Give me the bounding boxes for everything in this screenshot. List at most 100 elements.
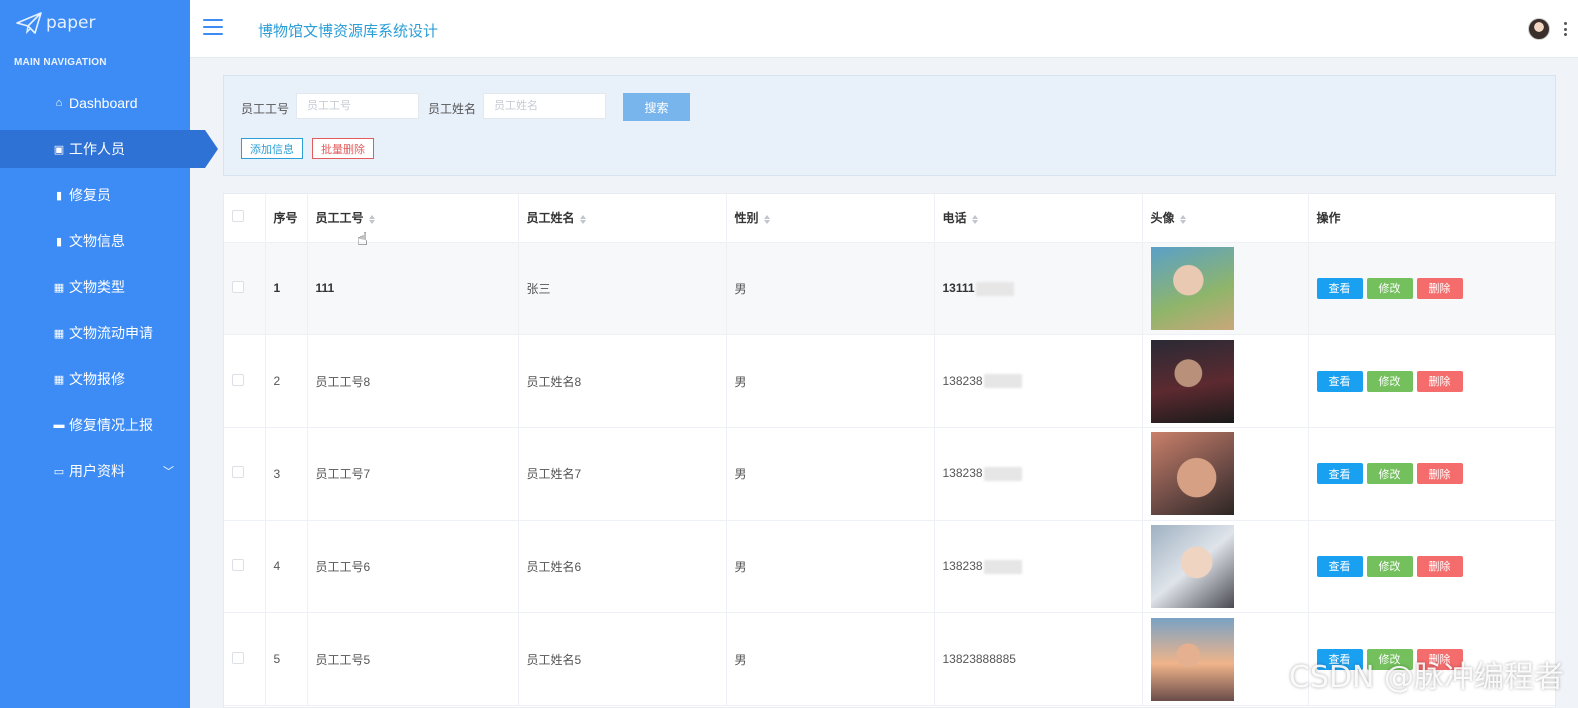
nav-section-title: MAIN NAVIGATION xyxy=(14,57,107,68)
staff-table: 序号 员工工号 员工姓名 性别 电话 头像 操作 1 111 张三 男 1311… xyxy=(223,193,1556,708)
header-label: 性别 xyxy=(734,211,759,226)
logo[interactable]: paper xyxy=(16,12,95,34)
cell-phone: 138238 xyxy=(934,427,1143,521)
redaction-blur xyxy=(983,559,1022,574)
grid-icon: ▦ xyxy=(53,327,65,340)
row-checkbox[interactable] xyxy=(232,466,244,479)
sort-icon[interactable] xyxy=(1179,214,1186,224)
edit-button[interactable]: 修改 xyxy=(1366,277,1413,299)
edit-button[interactable]: 修改 xyxy=(1366,463,1413,485)
cell-employee-name: 张三 xyxy=(518,242,727,336)
row-checkbox[interactable] xyxy=(232,651,244,664)
employee-name-input[interactable] xyxy=(483,93,606,119)
employee-id-input[interactable] xyxy=(296,93,419,119)
select-all-checkbox[interactable] xyxy=(232,210,244,223)
cell-actions: 查看 修改 删除 xyxy=(1308,520,1555,614)
cell-avatar xyxy=(1142,427,1309,521)
phone-text: 13823888885 xyxy=(942,652,1016,667)
cell-gender: 男 xyxy=(726,612,935,706)
phone-text: 13111 xyxy=(942,280,975,295)
header-gender[interactable]: 性别 xyxy=(726,194,935,243)
sort-icon[interactable] xyxy=(579,214,586,224)
search-button[interactable]: 搜索 xyxy=(623,93,690,121)
row-checkbox[interactable] xyxy=(232,280,244,293)
sidebar-item-repair-report[interactable]: ▬ 修复情况上报 xyxy=(0,406,190,444)
sort-icon[interactable] xyxy=(368,214,375,224)
avatar-image[interactable] xyxy=(1150,339,1234,423)
clipboard-icon: ▮ xyxy=(55,189,63,202)
table-row[interactable]: 3 员工工号7 员工姓名7 男 138238 查看 修改 删除 xyxy=(224,427,1555,521)
row-checkbox[interactable] xyxy=(232,373,244,386)
top-header: 博物馆文博资源库系统设计 xyxy=(190,0,1578,58)
paper-plane-icon xyxy=(16,12,42,34)
edit-button[interactable]: 修改 xyxy=(1366,370,1413,392)
header-index: 序号 xyxy=(265,194,308,243)
cell-employee-id: 员工工号5 xyxy=(307,612,519,706)
home-icon: ⌂ xyxy=(55,97,63,109)
cell-avatar xyxy=(1142,612,1309,706)
sort-icon[interactable] xyxy=(763,214,770,224)
hand-cursor-icon: ☝ xyxy=(357,229,368,249)
header-avatar[interactable]: 头像 xyxy=(1142,194,1309,243)
cell-avatar xyxy=(1142,242,1309,336)
grid-icon: ▦ xyxy=(53,281,65,294)
header-label: 电话 xyxy=(942,211,967,226)
cell-employee-name: 员工姓名5 xyxy=(518,612,727,706)
edit-button[interactable]: 修改 xyxy=(1366,555,1413,577)
cell-employee-id: 111 xyxy=(307,242,519,336)
cell-gender: 男 xyxy=(726,242,935,336)
cell-employee-id: 员工工号7 xyxy=(307,427,519,521)
phone-text: 138238 xyxy=(942,466,983,481)
avatar-image[interactable] xyxy=(1150,246,1234,330)
sidebar-item-label: 文物流动申请 xyxy=(69,325,153,341)
header-label: 员工姓名 xyxy=(526,211,575,226)
table-row[interactable]: 4 员工工号6 员工姓名6 男 138238 查看 修改 删除 xyxy=(224,520,1555,614)
sidebar-item-relic-info[interactable]: ▮ 文物信息 xyxy=(0,222,190,260)
cell-index: 2 xyxy=(265,334,308,428)
sidebar-item-restorer[interactable]: ▮ 修复员 xyxy=(0,176,190,214)
more-options-icon[interactable] xyxy=(1563,22,1567,36)
sort-icon[interactable] xyxy=(971,214,978,224)
row-checkbox[interactable] xyxy=(232,558,244,571)
delete-button[interactable]: 删除 xyxy=(1416,370,1463,392)
add-info-button[interactable]: 添加信息 xyxy=(241,138,303,159)
view-button[interactable]: 查看 xyxy=(1316,277,1363,299)
window-icon: ▭ xyxy=(53,465,65,478)
avatar-image[interactable] xyxy=(1150,524,1234,608)
view-button[interactable]: 查看 xyxy=(1316,555,1363,577)
batch-delete-button[interactable]: 批量删除 xyxy=(312,138,374,159)
header-employee-id[interactable]: 员工工号 xyxy=(307,194,519,243)
table-row[interactable]: 2 员工工号8 员工姓名8 男 138238 查看 修改 删除 xyxy=(224,334,1555,428)
header-employee-name[interactable]: 员工姓名 xyxy=(518,194,727,243)
avatar-image[interactable] xyxy=(1150,617,1234,701)
sidebar: paper MAIN NAVIGATION ⌂ Dashboard ▣ 工作人员… xyxy=(0,0,218,708)
delete-button[interactable]: 删除 xyxy=(1416,555,1463,577)
sidebar-item-label: 用户资料 xyxy=(69,463,125,479)
sidebar-item-dashboard[interactable]: ⌂ Dashboard xyxy=(0,84,190,122)
cell-avatar xyxy=(1142,334,1309,428)
cell-index: 5 xyxy=(265,612,308,706)
sidebar-item-relic-flow[interactable]: ▦ 文物流动申请 xyxy=(0,314,190,352)
sidebar-item-user-profile[interactable]: ▭ 用户资料 ﹀ xyxy=(0,452,190,490)
cell-employee-name: 员工姓名8 xyxy=(518,334,727,428)
cell-actions: 查看 修改 删除 xyxy=(1308,334,1555,428)
header-actions: 操作 xyxy=(1308,194,1555,243)
sidebar-item-relic-repair[interactable]: ▦ 文物报修 xyxy=(0,360,190,398)
delete-button[interactable]: 删除 xyxy=(1416,463,1463,485)
delete-button[interactable]: 删除 xyxy=(1416,277,1463,299)
employee-name-label: 员工姓名 xyxy=(428,102,477,116)
view-button[interactable]: 查看 xyxy=(1316,463,1363,485)
view-button[interactable]: 查看 xyxy=(1316,370,1363,392)
cell-phone: 138238 xyxy=(934,334,1143,428)
user-avatar[interactable] xyxy=(1528,18,1550,40)
table-row[interactable]: 1 111 张三 男 13111 查看 修改 删除 xyxy=(224,242,1555,336)
menu-toggle-icon[interactable] xyxy=(203,19,223,35)
redaction-blur xyxy=(983,467,1022,482)
sidebar-item-relic-type[interactable]: ▦ 文物类型 xyxy=(0,268,190,306)
cell-avatar xyxy=(1142,520,1309,614)
watermark: CSDN @脉冲编程者 xyxy=(1288,660,1564,695)
avatar-image[interactable] xyxy=(1150,432,1234,516)
sidebar-item-label: 修复员 xyxy=(69,187,111,203)
sidebar-item-staff[interactable]: ▣ 工作人员 xyxy=(0,130,218,168)
header-phone[interactable]: 电话 xyxy=(934,194,1143,243)
